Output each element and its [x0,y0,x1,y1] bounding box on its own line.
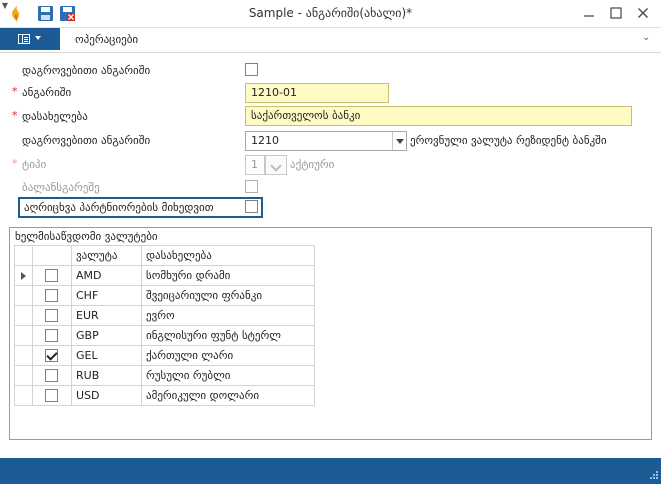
row-indicator [14,325,33,346]
file-menu-button[interactable] [0,28,60,50]
table-header-row: ვალუტა დასახელება [14,245,315,266]
type-description: აქტიური [290,158,335,171]
column-header-name[interactable]: დასახელება [141,245,315,266]
partner-tracking-checkbox[interactable] [245,200,258,213]
currency-code-cell[interactable]: GBP [71,325,142,346]
row-indicator [14,305,33,326]
row-select-cell [32,265,72,286]
maximize-icon[interactable] [608,5,624,21]
resize-grip-icon[interactable] [648,471,658,481]
account-form: დაგროვებითი ანგარიში * ანგარიში 1210-01 … [0,53,661,458]
currency-code-cell[interactable]: GEL [71,345,142,366]
row-indicator [14,365,33,386]
row-indicator [14,265,33,286]
column-header-currency[interactable]: ვალუტა [71,245,142,266]
currencies-group-title: ხელმისაწვდომი ვალუტები [15,230,158,243]
row-select-cell [32,365,72,386]
table-row[interactable]: GBP ინგლისური ფუნტ სტერლ [14,325,315,346]
tab-operations[interactable]: ოპერაციები [75,33,138,46]
currency-name-cell[interactable]: რუსული რუბლი [141,365,315,386]
currency-name-cell[interactable]: ევრო [141,305,315,326]
indicator-header [14,245,33,266]
window-title: Sample - ანგარიში(ახალი)* [248,6,413,20]
off-balance-checkbox[interactable] [245,180,258,193]
required-marker: * [12,109,18,122]
table-row[interactable]: GEL ქართული ლარი [14,345,315,366]
chevron-down-icon[interactable] [392,132,406,150]
row-indicator [14,345,33,366]
ribbon-bar: ოპერაციები ⌄ [0,28,661,53]
parent-account-combo[interactable]: 1210 [245,131,407,151]
account-input[interactable]: 1210-01 [245,83,389,103]
type-input[interactable]: 1 [245,155,265,175]
row-select-cell [32,305,72,326]
row-select-cell [32,345,72,366]
table-row[interactable]: RUB რუსული რუბლი [14,365,315,386]
row-checkbox[interactable] [45,389,58,402]
required-marker: * [12,157,18,170]
close-icon[interactable] [635,5,651,21]
table-row[interactable]: CHF შვეიცარიული ფრანკი [14,285,315,306]
file-menu-icon [18,34,30,44]
title-bar: ▼ Sample - ანგარიში(ახალი)* [0,0,661,28]
table-row[interactable]: EUR ევრო [14,305,315,326]
currency-code-cell[interactable]: AMD [71,265,142,286]
currency-name-cell[interactable]: ინგლისური ფუნტ სტერლ [141,325,315,346]
table-row[interactable]: AMD სომხური დრამი [14,265,315,286]
row-checkbox[interactable] [45,349,58,362]
current-row-icon [21,272,26,280]
currencies-rows: AMD სომხური დრამი CHF შვეიცარიული ფრანკი EUR… [14,265,315,406]
row-indicator [14,285,33,306]
currency-name-cell[interactable]: ამერიკული დოლარი [141,385,315,406]
parent-account-label: დაგროვებითი ანგარიში [22,134,151,147]
currency-name-cell[interactable]: სომხური დრამი [141,265,315,286]
row-checkbox[interactable] [45,329,58,342]
minimize-icon[interactable] [581,5,597,21]
row-select-cell [32,385,72,406]
required-marker: * [12,85,18,98]
currency-name-cell[interactable]: შვეიცარიული ფრანკი [141,285,315,306]
row-select-cell [32,285,72,306]
account-label: ანგარიში [22,86,72,99]
row-select-cell [32,325,72,346]
grouped-account-label: დაგროვებითი ანგარიში [22,64,151,77]
row-checkbox[interactable] [45,369,58,382]
row-checkbox[interactable] [45,309,58,322]
type-spin-icon[interactable] [265,155,287,175]
currency-code-cell[interactable]: RUB [71,365,142,386]
currency-code-cell[interactable]: CHF [71,285,142,306]
name-label: დასახელება [22,110,88,123]
name-input[interactable]: საქართველოს ბანკი [245,106,632,126]
select-header [32,245,72,266]
parent-account-description: ეროვნული ვალუტა რეზიდენტ ბანკში [410,134,607,147]
currencies-table: ვალუტა დასახელება AMD სომხური დრამი CHF შვე… [14,245,315,406]
type-label: ტიპი [22,158,47,171]
currency-code-cell[interactable]: EUR [71,305,142,326]
partner-tracking-label: აღრიცხვა პარტნიორების მიხედვით [24,201,214,214]
row-indicator [14,385,33,406]
row-checkbox[interactable] [45,289,58,302]
status-bar [0,458,661,484]
chevron-down-icon [35,36,41,40]
off-balance-label: ბალანსგარეშე [22,181,100,194]
currencies-group: ხელმისაწვდომი ვალუტები ვალუტა დასახელება… [9,227,652,440]
table-row[interactable]: USD ამერიკული დოლარი [14,385,315,406]
row-checkbox[interactable] [45,269,58,282]
currency-code-cell[interactable]: USD [71,385,142,406]
currency-name-cell[interactable]: ქართული ლარი [141,345,315,366]
grouped-account-checkbox[interactable] [245,63,258,76]
ribbon-collapse-icon[interactable]: ⌄ [642,32,650,43]
